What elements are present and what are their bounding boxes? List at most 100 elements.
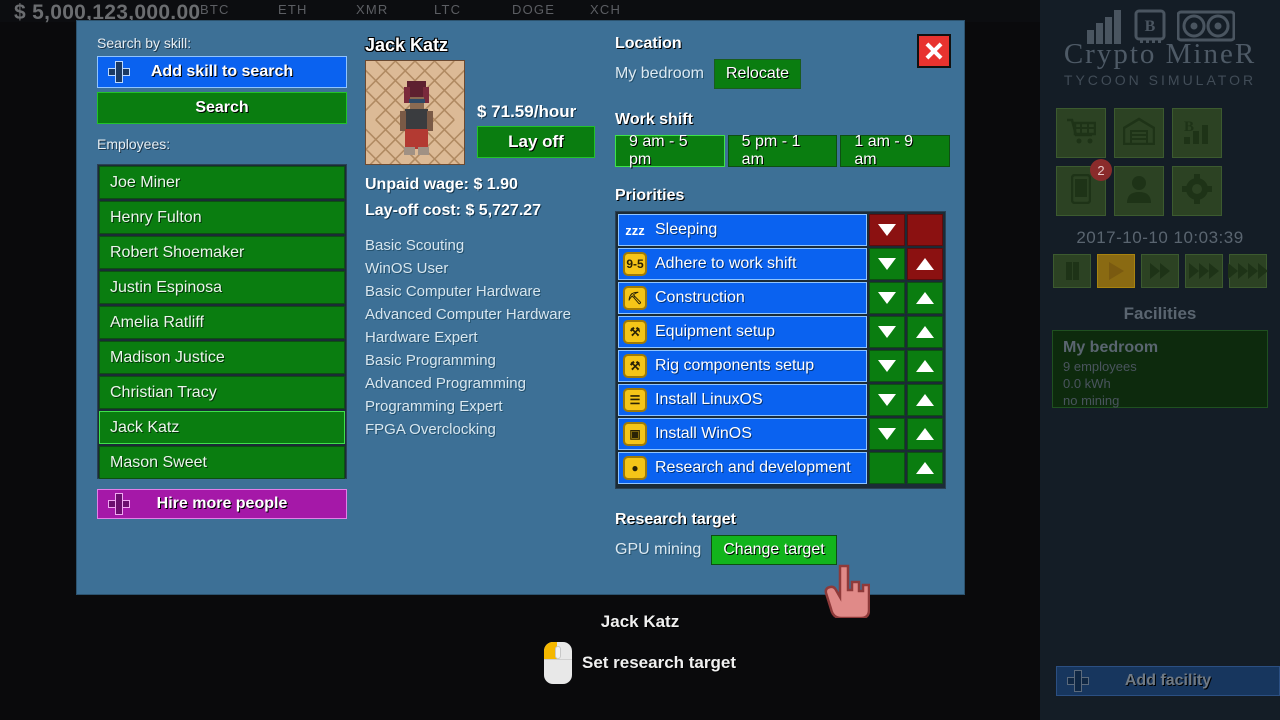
svg-text:B: B [1184, 119, 1194, 135]
priority-label: Install WinOS [655, 425, 752, 443]
sidebar-nav-warehouse[interactable] [1114, 108, 1164, 158]
priority-up-button[interactable] [907, 316, 943, 348]
priority-down-button[interactable] [869, 214, 905, 246]
skill-item: Advanced Computer Hardware [365, 303, 607, 326]
add-skill-label: Add skill to search [151, 63, 293, 81]
sidebar-nav-phone[interactable]: 2 [1056, 166, 1106, 216]
speed-button-fast3[interactable] [1185, 254, 1223, 288]
unpaid-wage: Unpaid wage: $ 1.90 [365, 176, 607, 194]
employee-list-item[interactable]: Henry Fulton [99, 201, 345, 234]
priority-up-button[interactable] [907, 282, 943, 314]
priority-row[interactable]: zzzSleeping [618, 214, 943, 246]
pause-icon [1066, 262, 1072, 280]
priority-down-button[interactable] [869, 248, 905, 280]
ticker-eth: ETH [278, 2, 308, 17]
phone-icon [1071, 174, 1091, 209]
priority-row[interactable]: ▣ Install WinOS [618, 418, 943, 450]
employee-list-item[interactable]: Christian Tracy [99, 376, 345, 409]
priority-main: ☰Install LinuxOS [618, 384, 867, 416]
down-arrow-icon [878, 258, 896, 270]
work-shift-options[interactable]: 9 am - 5 pm5 pm - 1 am1 am - 9 am [615, 135, 950, 167]
facility-name: My bedroom [1063, 339, 1257, 357]
speed-controls[interactable] [1040, 254, 1280, 288]
hire-label: Hire more people [157, 495, 288, 513]
priority-label: Construction [655, 289, 745, 307]
logo-title: Crypto MineR [1040, 38, 1280, 71]
employee-list-item[interactable]: Jack Katz [99, 411, 345, 444]
hire-more-people-button[interactable]: Hire more people [97, 489, 347, 519]
avatar-character [392, 75, 440, 157]
skill-item: Programming Expert [365, 395, 607, 418]
work-shift-option[interactable]: 9 am - 5 pm [615, 135, 725, 167]
priority-down-button[interactable] [869, 282, 905, 314]
priority-list[interactable]: zzzSleeping9-5Adhere to work shift⛏Const… [615, 211, 946, 489]
down-arrow-icon [878, 292, 896, 304]
facility-employees: 9 employees [1063, 359, 1257, 374]
up-arrow-icon [916, 428, 934, 440]
layoff-cost: Lay-off cost: $ 5,727.27 [365, 202, 607, 220]
up-arrow-icon [916, 326, 934, 338]
change-target-button[interactable]: Change target [711, 535, 836, 565]
crypto-ticker-bar: BTCETHXMRLTCDOGEXCH [200, 2, 650, 20]
facility-card[interactable]: My bedroom9 employees0.0 kWhno mining [1052, 330, 1268, 408]
employee-list-item[interactable]: Joe Miner [99, 166, 345, 199]
priority-up-button[interactable] [907, 350, 943, 382]
priority-up-button[interactable] [907, 452, 943, 484]
priority-row[interactable]: ☰Install LinuxOS [618, 384, 943, 416]
speed-button-fast2[interactable] [1141, 254, 1179, 288]
sidebar-nav-market-chart[interactable]: B [1172, 108, 1222, 158]
relocate-button[interactable]: Relocate [714, 59, 801, 89]
priority-down-button[interactable] [869, 418, 905, 450]
priority-row[interactable]: ⛏Construction [618, 282, 943, 314]
sidebar-nav[interactable]: B2 [1040, 102, 1264, 216]
ticker-xch: XCH [590, 2, 621, 17]
priority-main: 9-5Adhere to work shift [618, 248, 867, 280]
add-skill-to-search-button[interactable]: Add skill to search [97, 56, 347, 88]
priority-down-button[interactable] [869, 384, 905, 416]
work-shift-option[interactable]: 5 pm - 1 am [728, 135, 838, 167]
facilities-list[interactable]: My bedroom9 employees0.0 kWhno mining [1040, 330, 1280, 408]
priority-up-button[interactable] [907, 384, 943, 416]
priority-row[interactable]: ⚒Rig components setup [618, 350, 943, 382]
warehouse-icon [1123, 117, 1155, 150]
fast-forward-2-icon [1150, 263, 1170, 279]
speed-button-pause[interactable] [1053, 254, 1091, 288]
priority-up-button[interactable] [907, 418, 943, 450]
priority-row[interactable]: ●Research and development [618, 452, 943, 484]
priority-row[interactable]: 9-5Adhere to work shift [618, 248, 943, 280]
up-arrow-icon [916, 394, 934, 406]
ticker-btc: BTC [200, 2, 230, 17]
add-facility-button[interactable]: Add facility [1048, 678, 1272, 708]
speed-button-play[interactable] [1097, 254, 1135, 288]
winos-install-icon: ▣ [623, 422, 647, 446]
employee-list-item[interactable]: Robert Shoemaker [99, 236, 345, 269]
mouse-cursor-hand [824, 560, 870, 618]
sidebar-nav-shop[interactable] [1056, 108, 1106, 158]
search-button[interactable]: Search [97, 92, 347, 124]
sidebar-nav-employees[interactable] [1114, 166, 1164, 216]
employee-list-item[interactable]: Madison Justice [99, 341, 345, 374]
down-arrow-icon [878, 360, 896, 372]
employee-list-item[interactable]: Justin Espinosa [99, 271, 345, 304]
research-target-heading: Research target [615, 511, 950, 529]
employee-list-item[interactable]: Mason Sweet [99, 446, 345, 479]
priority-down-button[interactable] [869, 350, 905, 382]
priorities-heading: Priorities [615, 187, 950, 205]
priority-main: ⚒Equipment setup [618, 316, 867, 348]
employee-detail-column: Jack Katz [365, 35, 607, 441]
employee-list-item[interactable]: Amelia Ratliff [99, 306, 345, 339]
employee-list[interactable]: Joe MinerHenry FultonRobert ShoemakerJus… [97, 164, 347, 479]
priority-label: Rig components setup [655, 357, 814, 375]
priority-row[interactable]: ⚒Equipment setup [618, 316, 943, 348]
priority-up-button[interactable] [907, 248, 943, 280]
priority-main: ⛏Construction [618, 282, 867, 314]
work-shift-option[interactable]: 1 am - 9 am [840, 135, 950, 167]
sidebar-nav-settings-gear[interactable] [1172, 166, 1222, 216]
priority-label: Research and development [655, 459, 851, 477]
priority-down-button[interactable] [869, 316, 905, 348]
lay-off-button[interactable]: Lay off [477, 126, 595, 158]
linux-install-icon: ☰ [623, 388, 647, 412]
up-arrow-icon [916, 292, 934, 304]
speed-button-fast4[interactable] [1229, 254, 1267, 288]
ticker-xmr: XMR [356, 2, 389, 17]
